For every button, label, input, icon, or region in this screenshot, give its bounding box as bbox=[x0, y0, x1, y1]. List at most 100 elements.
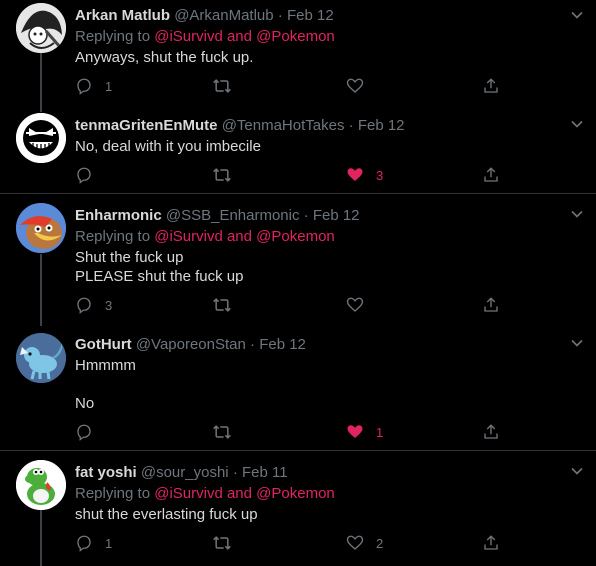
chevron-down-icon[interactable] bbox=[570, 336, 584, 350]
share-button[interactable] bbox=[482, 76, 500, 96]
manga-avatar-icon bbox=[16, 3, 66, 53]
timestamp[interactable]: Feb 12 bbox=[287, 7, 334, 24]
bear-bird-avatar-icon bbox=[16, 203, 66, 253]
display-name[interactable]: GotHurt bbox=[75, 336, 132, 353]
timestamp[interactable]: Feb 12 bbox=[313, 207, 360, 224]
retweet-button[interactable] bbox=[212, 295, 232, 315]
reply-button[interactable]: 1 bbox=[75, 76, 112, 96]
retweet-icon bbox=[213, 298, 231, 312]
timestamp[interactable]: Feb 12 bbox=[259, 336, 306, 353]
retweet-button[interactable] bbox=[212, 76, 232, 96]
reply-button[interactable]: 1 bbox=[75, 533, 112, 553]
thread-line bbox=[40, 50, 42, 112]
like-button[interactable]: 1 bbox=[346, 422, 383, 442]
heart-filled-icon bbox=[347, 425, 363, 438]
heart-icon bbox=[346, 535, 364, 550]
like-button[interactable]: 2 bbox=[346, 533, 383, 553]
retweet-icon bbox=[213, 425, 231, 439]
share-icon bbox=[484, 167, 498, 182]
tweet-header: GotHurt @VaporeonStan · Feb 12 bbox=[75, 336, 306, 353]
avatar[interactable] bbox=[16, 460, 66, 510]
tweet-text: No, deal with it you imbecile bbox=[75, 138, 261, 155]
chevron-down-icon[interactable] bbox=[570, 117, 584, 131]
avatar[interactable] bbox=[16, 333, 66, 383]
reply-button[interactable] bbox=[75, 422, 93, 442]
like-count: 2 bbox=[376, 535, 384, 551]
mention-link[interactable]: @iSurvivd bbox=[154, 485, 223, 502]
heart-icon bbox=[346, 78, 364, 93]
mention-link[interactable]: @Pokemon bbox=[256, 228, 335, 245]
display-name[interactable]: tenmaGritenEnMute bbox=[75, 117, 218, 134]
avatar[interactable] bbox=[16, 203, 66, 253]
replying-label: Replying to bbox=[75, 28, 151, 45]
mention-and: and bbox=[226, 485, 252, 502]
chevron-down-icon[interactable] bbox=[570, 464, 584, 478]
separator-dot: · bbox=[250, 336, 256, 353]
like-button[interactable] bbox=[346, 295, 364, 315]
display-name[interactable]: Enharmonic bbox=[75, 207, 162, 224]
display-name[interactable]: Arkan Matlub bbox=[75, 7, 170, 24]
like-count: 3 bbox=[376, 167, 384, 183]
heart-filled-icon bbox=[347, 168, 363, 181]
reply-count: 3 bbox=[105, 297, 113, 313]
tweet-text: shut the everlasting fuck up bbox=[75, 506, 258, 523]
timestamp[interactable]: Feb 12 bbox=[358, 117, 405, 134]
tweet-header: fat yoshi @sour_yoshi · Feb 11 bbox=[75, 464, 288, 481]
reply-count: 1 bbox=[105, 535, 113, 551]
replying-to: Replying to @iSurvivd and @Pokemon bbox=[75, 485, 335, 502]
mention-link[interactable]: @Pokemon bbox=[256, 28, 335, 45]
reply-count: 1 bbox=[105, 78, 113, 94]
share-button[interactable] bbox=[482, 165, 500, 185]
like-count: 1 bbox=[376, 424, 384, 440]
thread-line bbox=[40, 510, 42, 566]
handle[interactable]: @sour_yoshi bbox=[141, 464, 229, 481]
yoshi-avatar-icon bbox=[16, 460, 66, 510]
tweet-text: Shut the fuck up bbox=[75, 249, 184, 266]
replying-label: Replying to bbox=[75, 228, 151, 245]
mention-and: and bbox=[226, 28, 252, 45]
share-icon bbox=[484, 78, 498, 93]
reply-icon bbox=[77, 424, 91, 441]
share-icon bbox=[484, 297, 498, 312]
replying-to: Replying to @iSurvivd and @Pokemon bbox=[75, 28, 335, 45]
like-button[interactable]: 3 bbox=[346, 165, 383, 185]
share-button[interactable] bbox=[482, 295, 500, 315]
handle[interactable]: @TenmaHotTakes bbox=[222, 117, 345, 134]
avatar[interactable] bbox=[16, 3, 66, 53]
share-icon bbox=[484, 424, 498, 439]
retweet-button[interactable] bbox=[212, 533, 232, 553]
separator-dot: · bbox=[232, 464, 238, 481]
handle[interactable]: @ArkanMatlub bbox=[174, 7, 273, 24]
retweet-button[interactable] bbox=[212, 165, 232, 185]
mention-link[interactable]: @Pokemon bbox=[256, 485, 335, 502]
mention-link[interactable]: @iSurvivd bbox=[154, 228, 223, 245]
tweet-text: PLEASE shut the fuck up bbox=[75, 268, 244, 285]
separator-dot: · bbox=[348, 117, 354, 134]
like-button[interactable] bbox=[346, 76, 364, 96]
handle[interactable]: @SSB_Enharmonic bbox=[166, 207, 300, 224]
timestamp[interactable]: Feb 11 bbox=[242, 464, 288, 481]
chevron-down-icon[interactable] bbox=[570, 8, 584, 22]
divider bbox=[0, 450, 596, 451]
handle[interactable]: @VaporeonStan bbox=[136, 336, 246, 353]
reply-icon bbox=[77, 297, 91, 314]
reply-icon bbox=[77, 167, 91, 184]
grin-face-avatar-icon bbox=[16, 113, 66, 163]
reply-icon bbox=[77, 535, 91, 552]
share-button[interactable] bbox=[482, 422, 500, 442]
avatar[interactable] bbox=[16, 113, 66, 163]
share-button[interactable] bbox=[482, 533, 500, 553]
reply-button[interactable] bbox=[75, 165, 93, 185]
display-name[interactable]: fat yoshi bbox=[75, 464, 137, 481]
retweet-icon bbox=[213, 168, 231, 182]
retweet-button[interactable] bbox=[212, 422, 232, 442]
mention-and: and bbox=[226, 228, 252, 245]
mention-link[interactable]: @iSurvivd bbox=[154, 28, 223, 45]
reply-icon bbox=[77, 78, 91, 95]
replying-to: Replying to @iSurvivd and @Pokemon bbox=[75, 228, 335, 245]
reply-button[interactable]: 3 bbox=[75, 295, 112, 315]
chevron-down-icon[interactable] bbox=[570, 207, 584, 221]
retweet-icon bbox=[213, 79, 231, 93]
heart-icon bbox=[346, 297, 364, 312]
retweet-icon bbox=[213, 536, 231, 550]
